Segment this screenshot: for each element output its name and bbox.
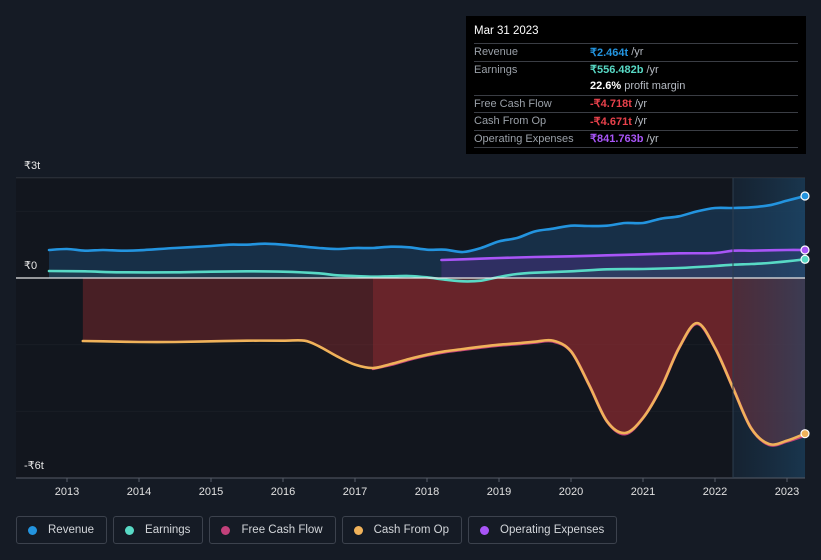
x-ticks: 2013 2014 2015 2016 2017 2018 2019 2020 2021 2022… [55, 478, 799, 498]
x-tick-label: 2013 [55, 486, 79, 498]
tooltip-unit: /yr [634, 97, 648, 110]
legend-dot-icon [28, 525, 37, 535]
legend-dot-icon [353, 525, 363, 535]
x-tick-label: 2016 [271, 486, 295, 498]
legend: Revenue Earnings Free Cash Flow Cash From O… [16, 516, 618, 544]
legend-item-free-cash-flow[interactable]: Free Cash Flow [209, 516, 336, 544]
tooltip-row: Operating Expenses ₹841.763b/yr [474, 131, 798, 148]
tooltip-label: Free Cash Flow [474, 97, 552, 110]
x-tick-label: 2019 [487, 486, 511, 498]
tooltip-row: Earnings ₹556.482b/yr [474, 62, 798, 79]
legend-label: Revenue [48, 524, 95, 536]
highlight-region [733, 178, 805, 478]
tooltip-row: 22.6% profit margin [474, 78, 798, 96]
x-tick-label: 2023 [775, 486, 799, 498]
y-tick-label-minus-6t: -₹6t [24, 460, 44, 472]
legend-label: Cash From Op [373, 524, 450, 536]
tooltip-unit: /yr [634, 115, 648, 128]
legend-dot-icon [480, 525, 490, 535]
tooltip-row: Revenue ₹2.464t/yr [474, 44, 798, 62]
tooltip-label: Revenue [474, 46, 519, 59]
end-marker-operating-expenses [800, 245, 810, 255]
tooltip-label: Cash From Op [474, 115, 547, 128]
tooltip-unit: /yr [646, 132, 659, 145]
legend-label: Free Cash Flow [241, 524, 323, 536]
tooltip-value: -₹4.718t [590, 98, 632, 111]
legend-item-cash-from-op[interactable]: Cash From Op [341, 516, 463, 544]
end-marker-cash-from-op [800, 429, 810, 439]
legend-label: Earnings [145, 524, 191, 536]
tooltip-label: Operating Expenses [474, 132, 574, 145]
tooltip-unit: profit margin [624, 80, 686, 93]
tooltip-row: Cash From Op -₹4.671t/yr [474, 113, 798, 131]
end-marker-revenue [800, 191, 810, 201]
x-tick-label: 2021 [631, 486, 655, 498]
tooltip-unit: /yr [646, 63, 659, 76]
tooltip-date: Mar 31 2023 [474, 24, 798, 44]
tooltip-value: -₹4.671t [590, 115, 632, 128]
legend-dot-icon [221, 525, 231, 535]
x-tick-label: 2020 [559, 486, 583, 498]
tooltip-unit: /yr [631, 46, 644, 59]
x-tick-label: 2022 [703, 486, 727, 498]
tooltip-value: ₹2.464t [590, 46, 629, 59]
x-tick-label: 2018 [415, 486, 439, 498]
legend-item-revenue[interactable]: Revenue [16, 516, 108, 544]
legend-dot-icon [125, 525, 135, 535]
tooltip-label: Earnings [474, 63, 518, 76]
x-tick-label: 2014 [127, 486, 151, 498]
tooltip-value: ₹841.763b [590, 133, 644, 146]
tooltip-value: ₹556.482b [590, 64, 644, 77]
tooltip-row: Free Cash Flow -₹4.718t/yr [474, 96, 798, 113]
tooltip-value: 22.6% [590, 80, 622, 93]
legend-item-earnings[interactable]: Earnings [113, 516, 204, 544]
y-tick-label-3t: ₹3t [24, 160, 41, 172]
legend-item-operating-expenses[interactable]: Operating Expenses [468, 516, 618, 544]
data-tooltip: Mar 31 2023 Revenue ₹2.464t/yr Earnings ₹55… [466, 16, 806, 154]
x-tick-label: 2017 [343, 486, 367, 498]
x-tick-label: 2015 [199, 486, 223, 498]
end-marker-earnings [800, 254, 810, 264]
y-tick-label-0: ₹0 [24, 260, 38, 272]
legend-label: Operating Expenses [500, 524, 605, 536]
